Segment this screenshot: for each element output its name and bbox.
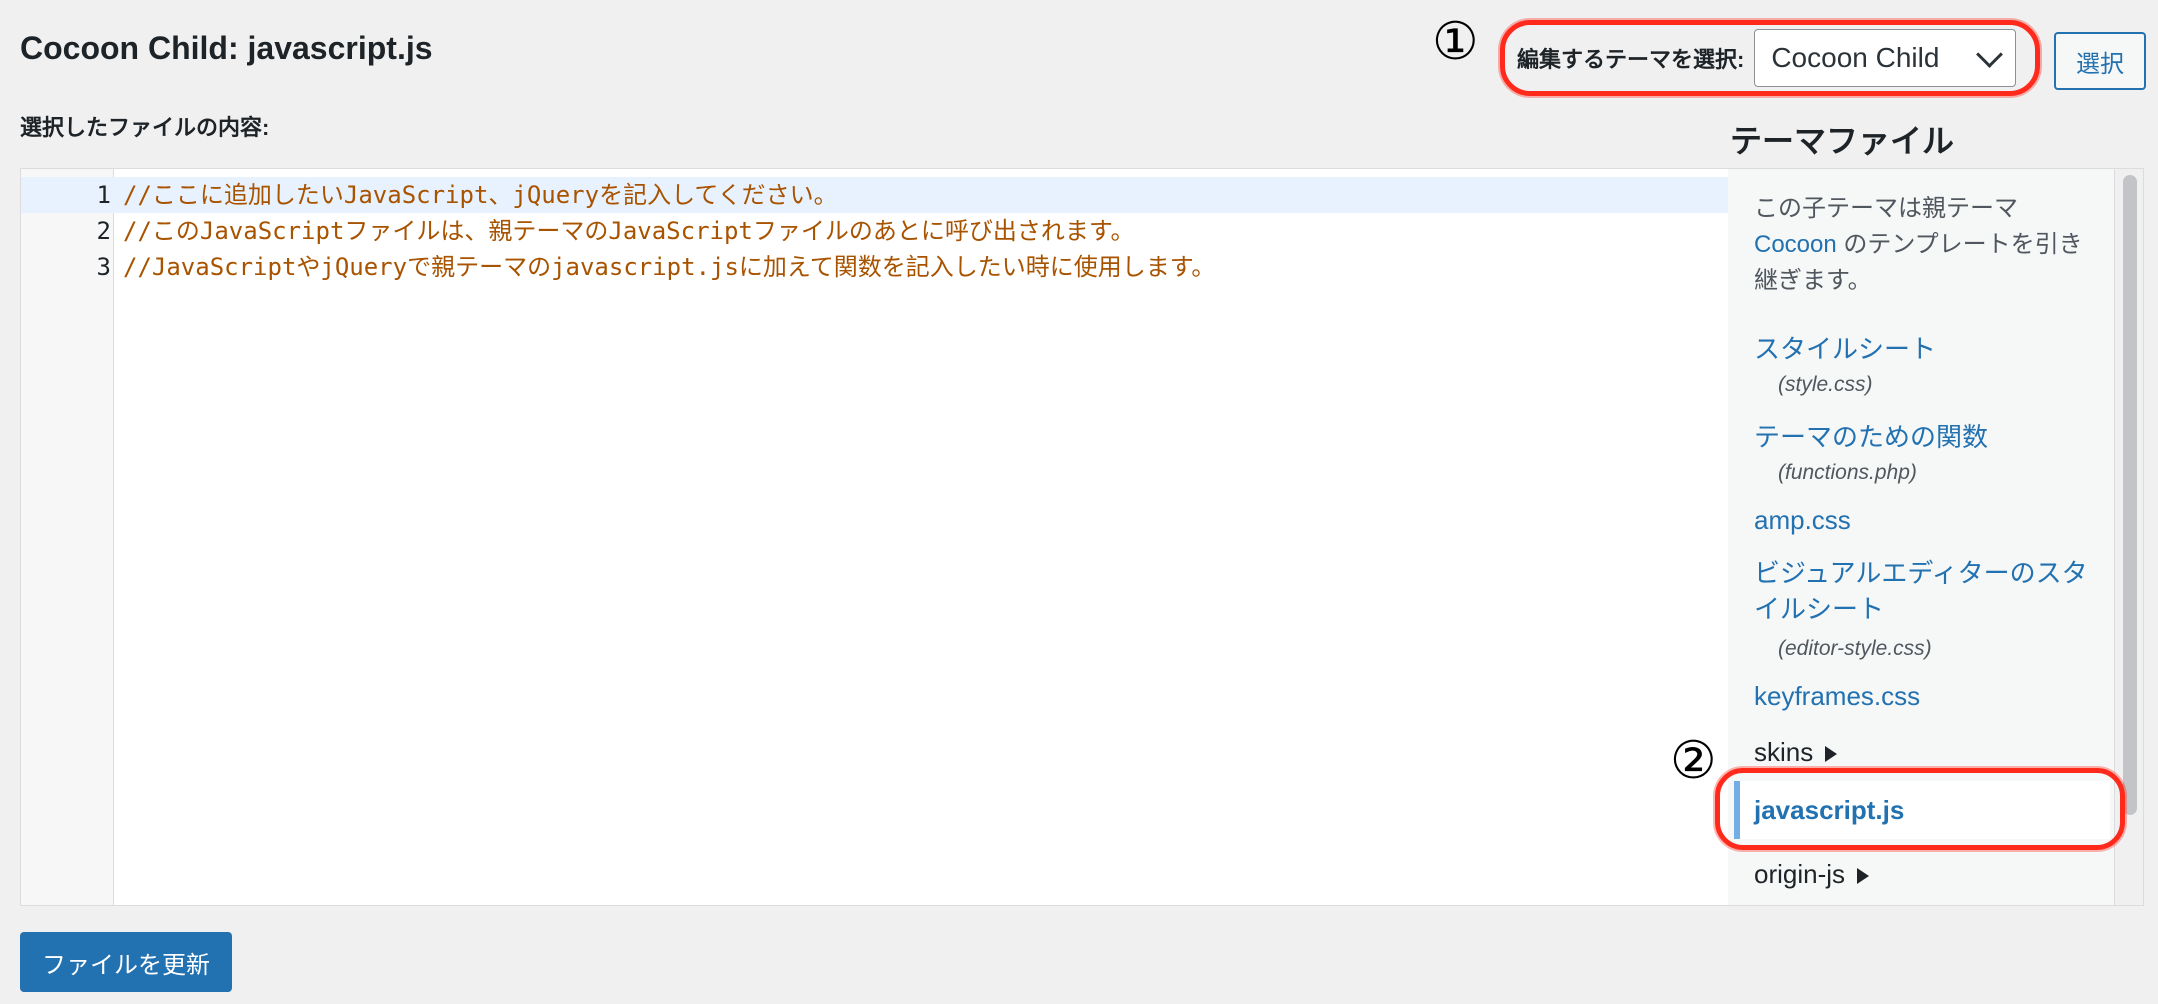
expand-arrow-icon bbox=[1857, 868, 1870, 885]
code-text: //このJavaScriptファイルは、親テーマのJavaScriptファイルの… bbox=[123, 217, 1135, 245]
file-link-style-css[interactable]: スタイルシート bbox=[1754, 329, 1936, 366]
line-number: 2 bbox=[96, 217, 111, 245]
code-text: //JavaScriptやjQueryで親テーマのjavascript.jsに加… bbox=[123, 253, 1216, 281]
file-link-style-css-sub: (style.css) bbox=[1778, 373, 1873, 396]
parent-theme-link[interactable]: Cocoon bbox=[1754, 231, 1837, 258]
theme-select[interactable]: Cocoon Child bbox=[1754, 29, 2017, 87]
theme-picker-highlight: 編集するテーマを選択: Cocoon Child bbox=[1500, 20, 2040, 96]
select-theme-button[interactable]: 選択 bbox=[2054, 32, 2146, 90]
theme-files-heading: テーマファイル bbox=[1730, 123, 1955, 159]
file-link-functions-php-sub: (functions.php) bbox=[1778, 461, 1917, 484]
folder-origin-js[interactable]: origin-js bbox=[1754, 859, 1870, 890]
expand-arrow-icon bbox=[1825, 746, 1838, 763]
file-content-label: 選択したファイルの内容: bbox=[20, 115, 270, 140]
file-link-functions-php[interactable]: テーマのための関数 bbox=[1754, 417, 1988, 454]
file-link-editor-style-css[interactable]: ビジュアルエディターのスタイルシート bbox=[1754, 555, 2094, 627]
annotation-marker-2: ② bbox=[1670, 731, 1717, 791]
folder-skins-label: skins bbox=[1754, 737, 1814, 767]
line-number: 1 bbox=[96, 181, 111, 209]
inherit-note-before: この子テーマは親テーマ bbox=[1754, 195, 2018, 222]
theme-picker-label: 編集するテーマを選択: bbox=[1517, 47, 1745, 72]
theme-select-value: Cocoon Child bbox=[1771, 42, 1940, 73]
code-line[interactable]: 3 //JavaScriptやjQueryで親テーマのjavascript.js… bbox=[21, 249, 1729, 285]
code-line[interactable]: 1 //ここに追加したいJavaScript、jQueryを記入してください。 bbox=[21, 177, 1729, 213]
chevron-down-icon bbox=[1976, 40, 2004, 68]
line-number: 3 bbox=[96, 253, 111, 281]
update-file-button[interactable]: ファイルを更新 bbox=[20, 932, 232, 992]
annotation-marker-1: ① bbox=[1432, 12, 1479, 72]
file-link-amp-css[interactable]: amp.css bbox=[1754, 505, 1851, 536]
page-title: Cocoon Child: javascript.js bbox=[20, 30, 433, 66]
file-link-keyframes-css[interactable]: keyframes.css bbox=[1754, 681, 1920, 712]
code-line[interactable]: 2 //このJavaScriptファイルは、親テーマのJavaScriptファイ… bbox=[21, 213, 1729, 249]
folder-origin-js-label: origin-js bbox=[1754, 859, 1846, 889]
current-file-highlight bbox=[1715, 768, 2125, 850]
inherit-note: この子テーマは親テーマ Cocoon のテンプレートを引き継ぎます。 bbox=[1754, 191, 2094, 299]
code-editor[interactable]: 1 //ここに追加したいJavaScript、jQueryを記入してください。 … bbox=[20, 168, 1730, 906]
code-text: //ここに追加したいJavaScript、jQueryを記入してください。 bbox=[123, 181, 838, 209]
folder-skins[interactable]: skins bbox=[1754, 737, 1838, 768]
files-scrollbar-thumb[interactable] bbox=[2123, 175, 2137, 815]
file-link-editor-style-css-sub: (editor-style.css) bbox=[1778, 637, 1932, 660]
